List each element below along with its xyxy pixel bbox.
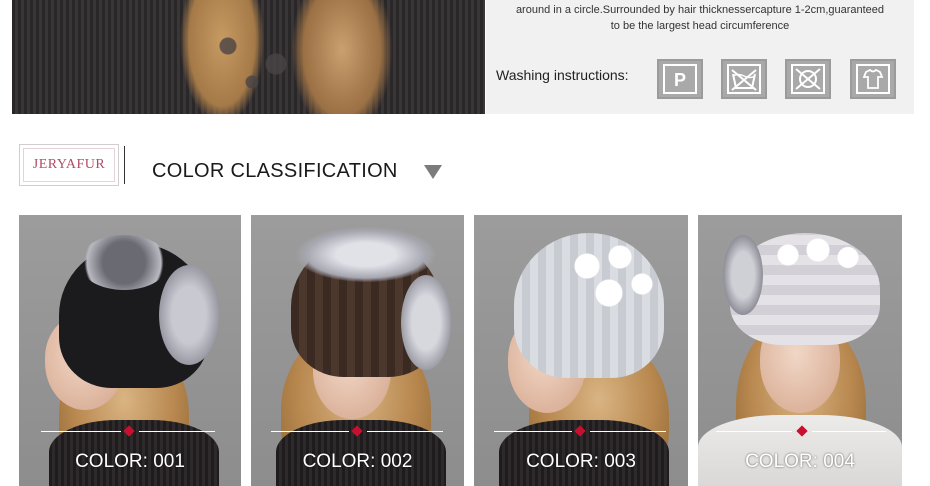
fur-pompoms	[768, 230, 868, 280]
label-divider-right	[367, 431, 443, 432]
product-card-003[interactable]: COLOR: 003	[474, 215, 688, 486]
size-description-line-2: to be the largest head circumference	[610, 20, 790, 32]
product-card-001[interactable]: COLOR: 001	[19, 215, 241, 486]
color-label: COLOR: 003	[526, 451, 636, 472]
do-not-wash-icon	[721, 59, 767, 99]
header-divider	[124, 146, 125, 184]
model-photo-top	[12, 0, 485, 114]
lace-top-detail	[192, 10, 312, 100]
fur-side-trim	[723, 235, 763, 315]
section-title: COLOR CLASSIFICATION	[152, 160, 398, 182]
size-description-line-1: around in a circle.Surrounded by hair th…	[515, 4, 885, 16]
fur-side-trim	[401, 275, 451, 370]
label-divider-left	[41, 431, 121, 432]
fur-pompoms	[554, 230, 664, 320]
color-label: COLOR: 002	[302, 451, 413, 472]
brand-logo: JERYAFUR	[19, 144, 119, 186]
washing-instructions-label: Washing instructions:	[496, 67, 629, 83]
label-divider-left	[716, 431, 792, 432]
hang-dry-icon	[850, 59, 896, 99]
product-card-002[interactable]: COLOR: 002	[251, 215, 464, 486]
brand-name: JERYAFUR	[32, 157, 106, 172]
color-label: COLOR: 001	[75, 451, 185, 472]
color-label: COLOR: 004	[745, 451, 855, 472]
size-description: around in a circle.Surrounded by hair th…	[486, 2, 914, 34]
product-info-panel: around in a circle.Surrounded by hair th…	[486, 0, 914, 114]
product-card-004[interactable]: COLOR: 004	[698, 215, 902, 486]
dry-clean-p-icon: P	[657, 59, 703, 99]
label-divider-right	[812, 431, 886, 432]
dry-clean-letter: P	[674, 70, 686, 90]
label-divider-left	[271, 431, 349, 432]
fur-trim	[296, 227, 436, 282]
do-not-tumble-dry-icon	[785, 59, 831, 99]
label-divider-left	[494, 431, 572, 432]
fur-side-trim	[159, 265, 219, 365]
label-divider-right	[139, 431, 215, 432]
fur-trim	[79, 235, 169, 290]
down-arrow-icon	[424, 165, 442, 179]
label-divider-right	[590, 431, 666, 432]
